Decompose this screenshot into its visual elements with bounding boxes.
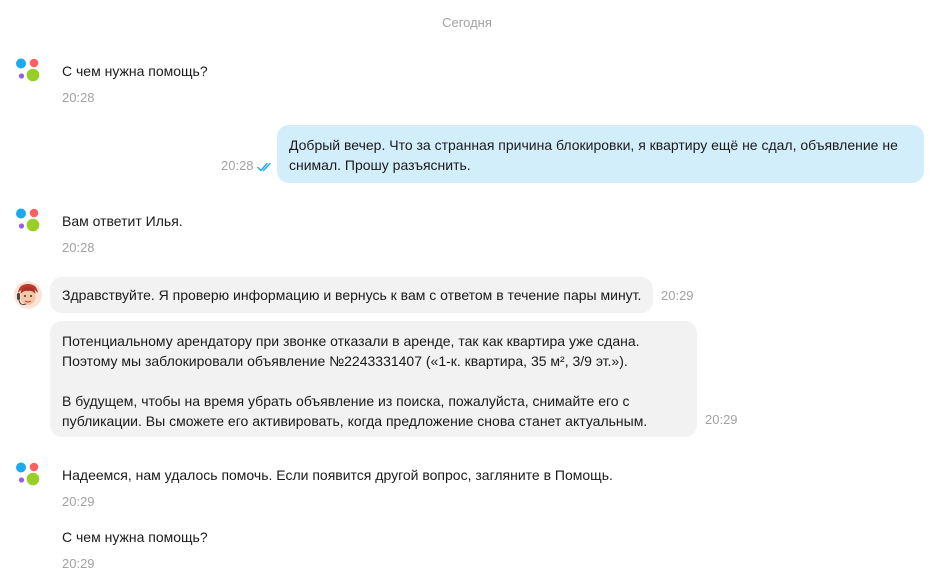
bot-message-text: С чем нужна помощь? [62,529,208,545]
avito-logo-icon [16,462,40,486]
avito-logo-icon [16,58,40,82]
message-time: 20:29 [62,556,95,571]
message-paragraph: Потенциальному арендатору при звонке отк… [62,333,640,369]
bot-message-text: Надеемся, нам удалось помочь. Если появи… [62,467,613,483]
message-time: 20:29 [62,494,95,509]
message-paragraph: В будущем, чтобы на время убрать объявле… [62,393,648,429]
message-time: 20:29 [705,412,738,427]
date-separator: Сегодня [442,15,492,30]
message-time: 20:28 [62,90,95,105]
bot-message-text: С чем нужна помощь? [62,63,208,79]
message-time: 20:28 [221,158,254,173]
agent-avatar-icon [14,281,42,309]
double-check-icon [257,162,271,172]
incoming-message-bubble: Потенциальному арендатору при звонке отк… [50,321,697,437]
incoming-message-bubble: Здравствуйте. Я проверю информацию и вер… [50,277,653,313]
avito-logo-icon [16,208,40,232]
message-time: 20:29 [661,288,694,303]
outgoing-message-bubble: Добрый вечер. Что за странная причина бл… [277,125,924,183]
bot-message-text: Вам ответит Илья. [62,213,183,229]
message-time: 20:28 [62,240,95,255]
